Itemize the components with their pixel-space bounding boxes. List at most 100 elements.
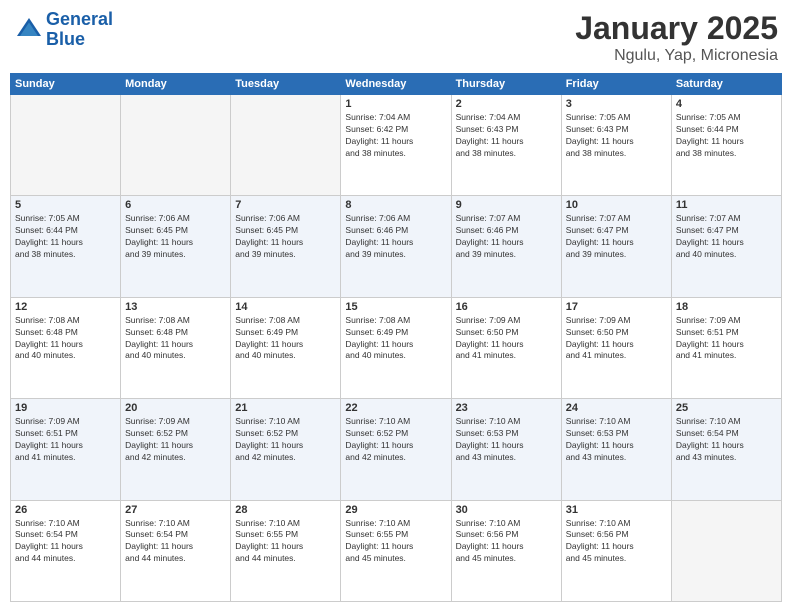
day-number: 8 <box>345 199 446 211</box>
calendar-week-1: 1 Sunrise: 7:04 AM Sunset: 6:42 PM Daylig… <box>11 95 782 196</box>
day-info: Sunrise: 7:05 AM Sunset: 6:44 PM Dayligh… <box>676 112 777 160</box>
day-number: 28 <box>235 504 336 516</box>
day-info: Sunrise: 7:06 AM Sunset: 6:46 PM Dayligh… <box>345 213 446 261</box>
calendar-table: SundayMondayTuesdayWednesdayThursdayFrid… <box>10 73 782 602</box>
day-number: 26 <box>15 504 116 516</box>
day-info: Sunrise: 7:06 AM Sunset: 6:45 PM Dayligh… <box>125 213 226 261</box>
column-header-thursday: Thursday <box>451 74 561 95</box>
day-number: 12 <box>15 301 116 313</box>
logo-text: General Blue <box>46 10 113 50</box>
calendar-cell: 21Sunrise: 7:10 AM Sunset: 6:52 PM Dayli… <box>231 399 341 500</box>
column-header-wednesday: Wednesday <box>341 74 451 95</box>
calendar-cell <box>11 95 121 196</box>
calendar-cell <box>231 95 341 196</box>
calendar-title: January 2025 <box>575 10 778 47</box>
day-number: 1 <box>345 98 446 110</box>
day-number: 24 <box>566 402 667 414</box>
day-number: 27 <box>125 504 226 516</box>
day-number: 18 <box>676 301 777 313</box>
calendar-subtitle: Ngulu, Yap, Micronesia <box>575 47 778 65</box>
day-number: 25 <box>676 402 777 414</box>
calendar-cell: 10 Sunrise: 7:07 AM Sunset: 6:47 PM Dayli… <box>561 196 671 297</box>
day-number: 22 <box>345 402 446 414</box>
calendar-cell: 9 Sunrise: 7:07 AM Sunset: 6:46 PM Daylig… <box>451 196 561 297</box>
day-info: Sunrise: 7:10 AM Sunset: 6:56 PM Dayligh… <box>456 518 557 566</box>
day-number: 15 <box>345 301 446 313</box>
day-info: Sunrise: 7:10 AM Sunset: 6:54 PM Dayligh… <box>125 518 226 566</box>
day-info: Sunrise: 7:04 AM Sunset: 6:43 PM Dayligh… <box>456 112 557 160</box>
day-info: Sunrise: 7:10 AM Sunset: 6:53 PM Dayligh… <box>456 416 557 464</box>
calendar-cell: 11 Sunrise: 7:07 AM Sunset: 6:47 PM Dayli… <box>671 196 781 297</box>
day-info: Sunrise: 7:07 AM Sunset: 6:47 PM Dayligh… <box>676 213 777 261</box>
day-info: Sunrise: 7:08 AM Sunset: 6:48 PM Dayligh… <box>15 315 116 363</box>
calendar-cell: 20 Sunrise: 7:09 AM Sunset: 6:52 PM Dayli… <box>121 399 231 500</box>
day-info: Sunrise: 7:04 AM Sunset: 6:42 PM Dayligh… <box>345 112 446 160</box>
calendar-cell: 27 Sunrise: 7:10 AM Sunset: 6:54 PM Dayli… <box>121 500 231 601</box>
day-number: 6 <box>125 199 226 211</box>
calendar-cell: 18Sunrise: 7:09 AM Sunset: 6:51 PM Dayli… <box>671 297 781 398</box>
calendar-cell: 23 Sunrise: 7:10 AM Sunset: 6:53 PM Dayli… <box>451 399 561 500</box>
day-number: 19 <box>15 402 116 414</box>
day-number: 14 <box>235 301 336 313</box>
day-info: Sunrise: 7:08 AM Sunset: 6:49 PM Dayligh… <box>345 315 446 363</box>
day-number: 30 <box>456 504 557 516</box>
calendar-cell: 5Sunrise: 7:05 AM Sunset: 6:44 PM Daylig… <box>11 196 121 297</box>
calendar-cell: 31 Sunrise: 7:10 AM Sunset: 6:56 PM Dayli… <box>561 500 671 601</box>
logo: General Blue <box>14 10 113 50</box>
day-number: 17 <box>566 301 667 313</box>
calendar-body: 1 Sunrise: 7:04 AM Sunset: 6:42 PM Daylig… <box>11 95 782 602</box>
column-header-saturday: Saturday <box>671 74 781 95</box>
header: General Blue January 2025 Ngulu, Yap, Mi… <box>10 10 782 65</box>
calendar-week-2: 5Sunrise: 7:05 AM Sunset: 6:44 PM Daylig… <box>11 196 782 297</box>
calendar-cell: 12 Sunrise: 7:08 AM Sunset: 6:48 PM Dayli… <box>11 297 121 398</box>
title-block: January 2025 Ngulu, Yap, Micronesia <box>575 10 778 65</box>
page: General Blue January 2025 Ngulu, Yap, Mi… <box>0 0 792 612</box>
calendar-cell: 14 Sunrise: 7:08 AM Sunset: 6:49 PM Dayli… <box>231 297 341 398</box>
calendar-cell: 17Sunrise: 7:09 AM Sunset: 6:50 PM Dayli… <box>561 297 671 398</box>
day-info: Sunrise: 7:10 AM Sunset: 6:56 PM Dayligh… <box>566 518 667 566</box>
column-header-tuesday: Tuesday <box>231 74 341 95</box>
day-info: Sunrise: 7:10 AM Sunset: 6:52 PM Dayligh… <box>345 416 446 464</box>
day-info: Sunrise: 7:06 AM Sunset: 6:45 PM Dayligh… <box>235 213 336 261</box>
day-info: Sunrise: 7:09 AM Sunset: 6:52 PM Dayligh… <box>125 416 226 464</box>
calendar-cell: 6 Sunrise: 7:06 AM Sunset: 6:45 PM Daylig… <box>121 196 231 297</box>
day-number: 9 <box>456 199 557 211</box>
calendar-cell: 8 Sunrise: 7:06 AM Sunset: 6:46 PM Daylig… <box>341 196 451 297</box>
day-number: 29 <box>345 504 446 516</box>
calendar-week-5: 26 Sunrise: 7:10 AM Sunset: 6:54 PM Dayli… <box>11 500 782 601</box>
calendar-header-row: SundayMondayTuesdayWednesdayThursdayFrid… <box>11 74 782 95</box>
day-number: 7 <box>235 199 336 211</box>
day-number: 31 <box>566 504 667 516</box>
day-info: Sunrise: 7:09 AM Sunset: 6:51 PM Dayligh… <box>15 416 116 464</box>
calendar-cell: 1 Sunrise: 7:04 AM Sunset: 6:42 PM Daylig… <box>341 95 451 196</box>
day-number: 10 <box>566 199 667 211</box>
day-info: Sunrise: 7:10 AM Sunset: 6:55 PM Dayligh… <box>235 518 336 566</box>
calendar-cell: 25 Sunrise: 7:10 AM Sunset: 6:54 PM Dayli… <box>671 399 781 500</box>
day-info: Sunrise: 7:07 AM Sunset: 6:47 PM Dayligh… <box>566 213 667 261</box>
day-number: 11 <box>676 199 777 211</box>
day-info: Sunrise: 7:10 AM Sunset: 6:52 PM Dayligh… <box>235 416 336 464</box>
day-number: 20 <box>125 402 226 414</box>
calendar-week-3: 12 Sunrise: 7:08 AM Sunset: 6:48 PM Dayli… <box>11 297 782 398</box>
day-number: 2 <box>456 98 557 110</box>
day-info: Sunrise: 7:10 AM Sunset: 6:54 PM Dayligh… <box>15 518 116 566</box>
day-info: Sunrise: 7:08 AM Sunset: 6:49 PM Dayligh… <box>235 315 336 363</box>
day-info: Sunrise: 7:05 AM Sunset: 6:44 PM Dayligh… <box>15 213 116 261</box>
calendar-week-4: 19 Sunrise: 7:09 AM Sunset: 6:51 PM Dayli… <box>11 399 782 500</box>
column-header-friday: Friday <box>561 74 671 95</box>
column-header-sunday: Sunday <box>11 74 121 95</box>
day-info: Sunrise: 7:07 AM Sunset: 6:46 PM Dayligh… <box>456 213 557 261</box>
calendar-cell <box>121 95 231 196</box>
calendar-cell: 7 Sunrise: 7:06 AM Sunset: 6:45 PM Daylig… <box>231 196 341 297</box>
calendar-cell: 30 Sunrise: 7:10 AM Sunset: 6:56 PM Dayli… <box>451 500 561 601</box>
calendar-cell: 3Sunrise: 7:05 AM Sunset: 6:43 PM Daylig… <box>561 95 671 196</box>
day-info: Sunrise: 7:10 AM Sunset: 6:54 PM Dayligh… <box>676 416 777 464</box>
calendar-cell: 13Sunrise: 7:08 AM Sunset: 6:48 PM Dayli… <box>121 297 231 398</box>
calendar-cell: 19 Sunrise: 7:09 AM Sunset: 6:51 PM Dayli… <box>11 399 121 500</box>
calendar-cell: 2 Sunrise: 7:04 AM Sunset: 6:43 PM Daylig… <box>451 95 561 196</box>
calendar-cell: 22 Sunrise: 7:10 AM Sunset: 6:52 PM Dayli… <box>341 399 451 500</box>
day-info: Sunrise: 7:09 AM Sunset: 6:50 PM Dayligh… <box>456 315 557 363</box>
day-number: 23 <box>456 402 557 414</box>
day-info: Sunrise: 7:08 AM Sunset: 6:48 PM Dayligh… <box>125 315 226 363</box>
day-info: Sunrise: 7:10 AM Sunset: 6:53 PM Dayligh… <box>566 416 667 464</box>
